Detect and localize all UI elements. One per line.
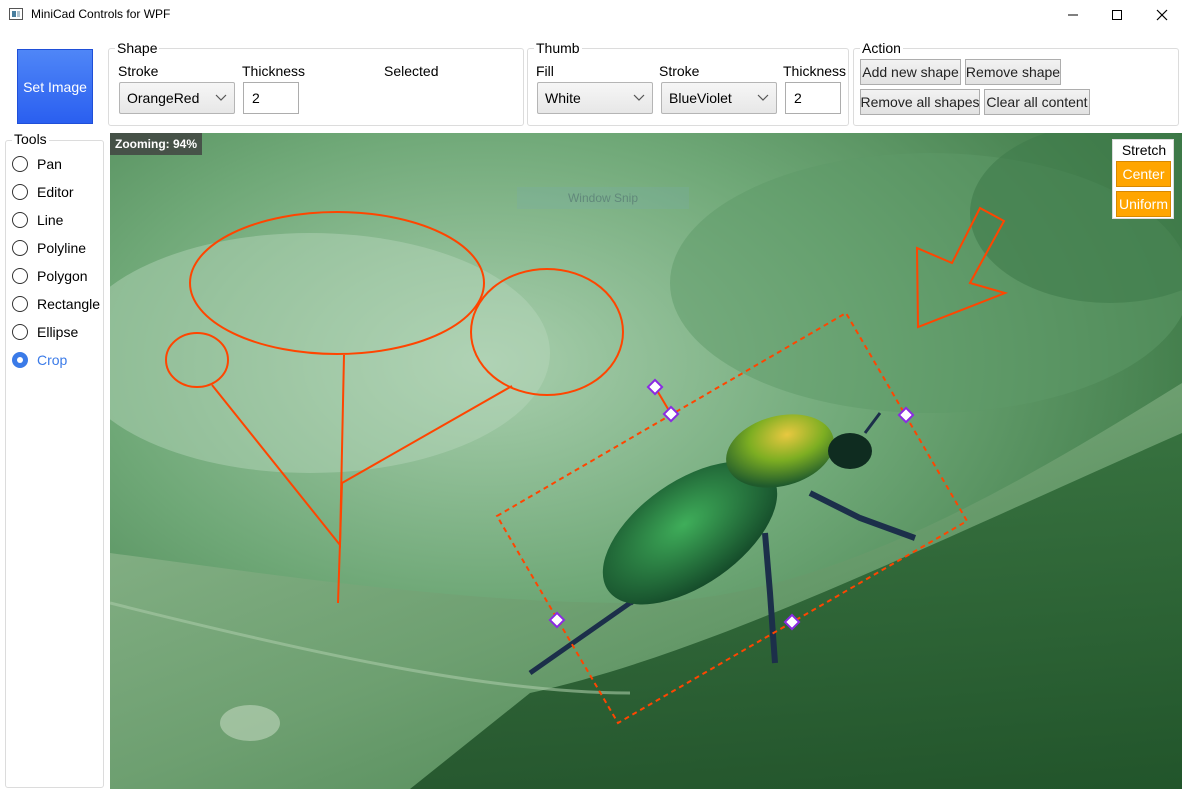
radio-button[interactable] xyxy=(12,240,28,256)
tool-crop[interactable]: Crop xyxy=(12,350,67,370)
maximize-icon xyxy=(1112,10,1122,20)
tool-label: Pan xyxy=(37,156,62,172)
thumb-stroke-combo[interactable]: BlueViolet xyxy=(661,82,777,114)
thumb-fill-label: Fill xyxy=(536,63,554,79)
close-icon xyxy=(1156,9,1168,21)
radio-button[interactable] xyxy=(12,324,28,340)
shapes-overlay xyxy=(165,206,1009,725)
chevron-down-icon xyxy=(215,94,227,101)
app-icon xyxy=(9,8,23,20)
tool-label: Rectangle xyxy=(37,296,101,312)
minimize-icon xyxy=(1068,14,1078,16)
thumb-fill-combo[interactable]: White xyxy=(537,82,653,114)
chevron-down-icon xyxy=(633,94,645,101)
tool-label: Polyline xyxy=(37,240,87,256)
close-button[interactable] xyxy=(1139,0,1185,30)
thumb-bottom[interactable] xyxy=(783,613,801,631)
ellipse-shape-3[interactable] xyxy=(165,332,229,388)
shape-group-legend: Shape xyxy=(117,40,158,56)
tool-polyline[interactable]: Polyline xyxy=(12,238,86,258)
thumb-top[interactable] xyxy=(662,405,680,423)
set-image-button[interactable]: Set Image xyxy=(17,49,93,124)
add-new-shape-button[interactable]: Add new shape xyxy=(860,59,961,85)
ellipse-shape-1[interactable] xyxy=(189,211,485,355)
stretch-title: Stretch xyxy=(1121,142,1167,158)
radio-button[interactable] xyxy=(12,296,28,312)
title-bar: MiniCad Controls for WPF xyxy=(0,0,1186,30)
radio-button[interactable] xyxy=(12,184,28,200)
tool-label: Line xyxy=(37,212,64,228)
radio-button[interactable] xyxy=(12,268,28,284)
stretch-panel: Stretch Center Uniform xyxy=(1112,139,1174,219)
polyline-shape-1[interactable] xyxy=(211,354,345,548)
action-group-legend: Action xyxy=(862,40,901,56)
crop-rectangle[interactable] xyxy=(495,311,969,725)
tool-polygon[interactable]: Polygon xyxy=(12,266,88,286)
tool-label: Editor xyxy=(37,184,74,200)
thumb-right[interactable] xyxy=(897,406,915,424)
selected-label: Selected xyxy=(384,63,439,79)
thumb-stroke-label: Stroke xyxy=(659,63,700,79)
thumb-thickness-input[interactable]: 2 xyxy=(785,82,841,114)
thumb-thickness-value: 2 xyxy=(794,90,802,106)
tool-ellipse[interactable]: Ellipse xyxy=(12,322,78,342)
rotate-thumb[interactable] xyxy=(646,378,664,396)
line-shape-1[interactable] xyxy=(341,385,513,484)
chevron-down-icon xyxy=(757,94,769,101)
minimize-button[interactable] xyxy=(1050,0,1096,30)
remove-shape-button[interactable]: Remove shape xyxy=(965,59,1061,85)
thumb-group-legend: Thumb xyxy=(536,40,580,56)
shape-stroke-combo[interactable]: OrangeRed xyxy=(119,82,235,114)
ellipse-shape-2[interactable] xyxy=(470,268,624,396)
remove-all-shapes-button[interactable]: Remove all shapes xyxy=(860,89,980,115)
stretch-center-button[interactable]: Center xyxy=(1116,161,1171,187)
shape-thickness-label: Thickness xyxy=(242,63,306,79)
tool-label: Polygon xyxy=(37,268,88,284)
clear-all-content-button[interactable]: Clear all content xyxy=(984,89,1090,115)
tool-label: Ellipse xyxy=(37,324,79,340)
tool-editor[interactable]: Editor xyxy=(12,182,74,202)
thumb-thickness-label: Thickness xyxy=(783,63,847,79)
thumb-stroke-value: BlueViolet xyxy=(669,90,732,106)
radio-button[interactable] xyxy=(12,156,28,172)
radio-button[interactable] xyxy=(12,212,28,228)
shape-thickness-value: 2 xyxy=(252,90,260,106)
thumb-left[interactable] xyxy=(548,611,566,629)
tool-label: Crop xyxy=(37,352,68,368)
radio-button[interactable] xyxy=(12,352,28,368)
thumb-fill-value: White xyxy=(545,90,581,106)
tool-pan[interactable]: Pan xyxy=(12,154,62,174)
tool-line[interactable]: Line xyxy=(12,210,63,230)
tool-rectangle[interactable]: Rectangle xyxy=(12,294,100,314)
window-title: MiniCad Controls for WPF xyxy=(31,7,171,21)
stretch-uniform-button[interactable]: Uniform xyxy=(1116,191,1171,217)
maximize-button[interactable] xyxy=(1094,0,1140,30)
shape-stroke-value: OrangeRed xyxy=(127,90,200,106)
shape-stroke-label: Stroke xyxy=(118,63,159,79)
arrow-shape[interactable] xyxy=(915,206,1009,329)
shape-thickness-input[interactable]: 2 xyxy=(243,82,299,114)
tools-legend: Tools xyxy=(12,131,49,147)
